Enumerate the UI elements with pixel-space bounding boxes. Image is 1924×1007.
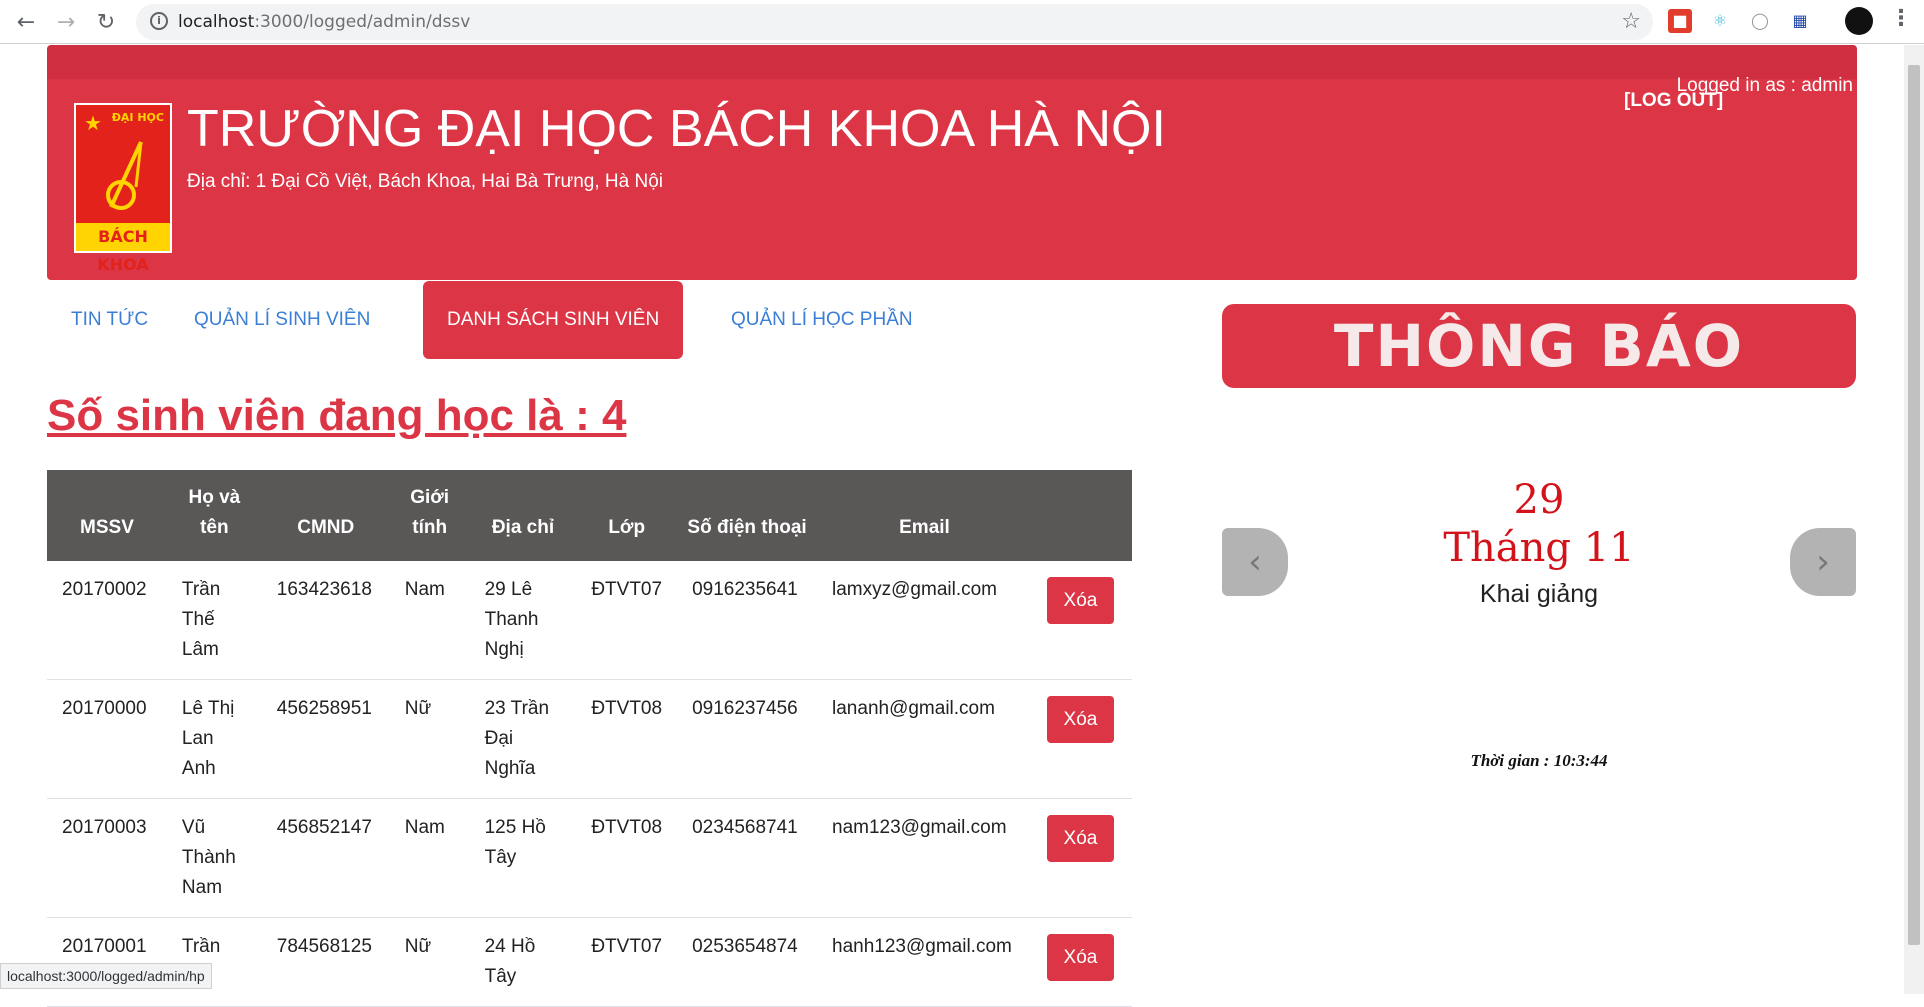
compass-icon [106,141,143,210]
cell-email: lamxyz@gmail.com [817,561,1032,680]
column-header-action [1031,470,1132,561]
browser-toolbar: ← → ↻ i localhost:3000/logged/admin/dssv… [0,0,1924,44]
carousel-next-icon[interactable]: › [1790,528,1856,596]
status-bar-url: localhost:3000/logged/admin/hp [0,963,212,989]
notice-day: 29 [1513,477,1565,523]
forward-icon[interactable]: → [50,6,82,38]
reload-icon[interactable]: ↻ [90,6,122,38]
extension-circle-icon[interactable]: ◯ [1748,9,1772,33]
school-name: TRƯỜNG ĐẠI HỌC BÁCH KHOA HÀ NỘI [187,100,1166,158]
table-row: 20170003 Vũ Thành Nam 456852147 Nam 125 … [47,798,1132,918]
student-count-title: Số sinh viên đang học là : 4 [47,391,627,440]
cell-name: Vũ Thành Nam [166,798,262,918]
profile-avatar[interactable] [1845,7,1873,35]
table-row: 20170000 Lê Thị Lan Anh 456258951 Nữ 23 … [47,679,1132,799]
delete-button[interactable]: Xóa [1046,696,1114,743]
column-header-cmnd: CMND [261,470,390,561]
clock-text: Thời gian : 10:3:44 [1470,751,1608,770]
cell-cmnd: 456258951 [261,679,390,799]
cell-address: 125 Hồ Tây [469,798,577,918]
column-header-name: Họ và tên [166,470,262,561]
cell-email: hanh123@gmail.com [817,917,1032,1007]
table-row: 20170001 Trần 784568125 Nữ 24 Hồ Tây ĐTV… [47,917,1132,1007]
column-header-phone: Số điện thoại [677,470,818,561]
cell-action: Xóa [1031,917,1132,1007]
cell-phone: 0234568741 [677,798,818,918]
cell-gender: Nam [389,798,470,918]
cell-gender: Nữ [389,679,470,799]
star-icon: ★ [84,111,102,135]
site-header: ★ ĐẠI HỌC BÁCH KHOA TRƯỜNG ĐẠI HỌC BÁCH … [47,45,1857,280]
delete-button[interactable]: Xóa [1046,577,1114,624]
column-header-address: Địa chỉ [469,470,577,561]
cell-address: 24 Hồ Tây [469,917,577,1007]
notice-event: Khai giảng [1479,580,1599,608]
tab-student-management[interactable]: QUẢN LÍ SINH VIÊN [170,281,394,359]
cell-gender: Nữ [389,917,470,1007]
cell-class: ĐTVT08 [576,679,678,799]
cell-gender: Nam [389,561,470,680]
logo-top-text: ĐẠI HỌC [111,111,164,124]
school-address: Địa chỉ: 1 Đại Cồ Việt, Bách Khoa, Hai B… [187,171,663,192]
scrollbar-thumb[interactable] [1908,65,1920,945]
cell-name: Trần Thế Lâm [166,561,262,680]
notice-carousel: ‹ 29 Tháng 11 Khai giảng › [1222,425,1856,608]
bookmark-star-icon[interactable]: ☆ [1621,9,1641,34]
react-devtools-icon[interactable]: ⚛ [1708,9,1732,33]
column-header-gender: Giới tính [389,470,470,561]
crop-extension-icon[interactable]: ▦ [1788,9,1812,33]
table-row: 20170002 Trần Thế Lâm 163423618 Nam 29 L… [47,561,1132,680]
cell-class: ĐTVT08 [576,798,678,918]
university-logo: ★ ĐẠI HỌC BÁCH KHOA [74,103,172,274]
delete-button[interactable]: Xóa [1046,815,1114,862]
cell-cmnd: 163423618 [261,561,390,680]
logo-bottom-text: BÁCH KHOA [76,223,170,274]
cell-phone: 0916237456 [677,679,818,799]
student-table: MSSV Họ và tên CMND Giới tính Địa chỉ Lớ… [47,470,1132,1007]
cell-phone: 0253654874 [677,917,818,1007]
cell-action: Xóa [1031,679,1132,799]
cell-mssv: 20170001 [47,917,167,1007]
cell-phone: 0916235641 [677,561,818,680]
cell-cmnd: 456852147 [261,798,390,918]
cell-email: nam123@gmail.com [817,798,1032,918]
cell-address: 23 Trần Đại Nghĩa [469,679,577,799]
cell-address: 29 Lê Thanh Nghị [469,561,577,680]
browser-menu-icon[interactable]: ⋮ [1890,6,1912,31]
address-bar[interactable]: i localhost:3000/logged/admin/dssv ☆ [136,4,1653,40]
cell-name: Trần [166,917,262,1007]
cell-class: ĐTVT07 [576,561,678,680]
cell-mssv: 20170000 [47,679,167,799]
cell-email: lananh@gmail.com [817,679,1032,799]
tab-student-list[interactable]: DANH SÁCH SINH VIÊN [423,281,684,359]
page: ★ ĐẠI HỌC BÁCH KHOA TRƯỜNG ĐẠI HỌC BÁCH … [0,45,1904,1007]
cell-mssv: 20170003 [47,798,167,918]
column-header-mssv: MSSV [47,470,167,561]
column-header-class: Lớp [576,470,678,561]
cell-action: Xóa [1031,798,1132,918]
notice-month: Tháng 11 [1443,525,1635,571]
back-icon[interactable]: ← [10,6,42,38]
cell-action: Xóa [1031,561,1132,680]
notice-banner: THÔNG BÁO [1222,304,1856,388]
cell-mssv: 20170002 [47,561,167,680]
cell-class: ĐTVT07 [576,917,678,1007]
extension-icon[interactable]: ■ [1668,9,1692,33]
column-header-email: Email [817,470,1032,561]
tab-course-management[interactable]: QUẢN LÍ HỌC PHẦN [707,281,937,359]
url-text[interactable]: localhost:3000/logged/admin/dssv [178,12,470,32]
cell-name: Lê Thị Lan Anh [166,679,262,799]
logout-link[interactable]: [LOG OUT] [1624,90,1723,112]
tab-news[interactable]: TIN TỨC [47,281,172,359]
table-header-row: MSSV Họ và tên CMND Giới tính Địa chỉ Lớ… [47,470,1132,561]
cell-cmnd: 784568125 [261,917,390,1007]
site-info-icon[interactable]: i [150,12,168,30]
delete-button[interactable]: Xóa [1046,934,1114,981]
page-scrollbar[interactable] [1904,45,1924,994]
